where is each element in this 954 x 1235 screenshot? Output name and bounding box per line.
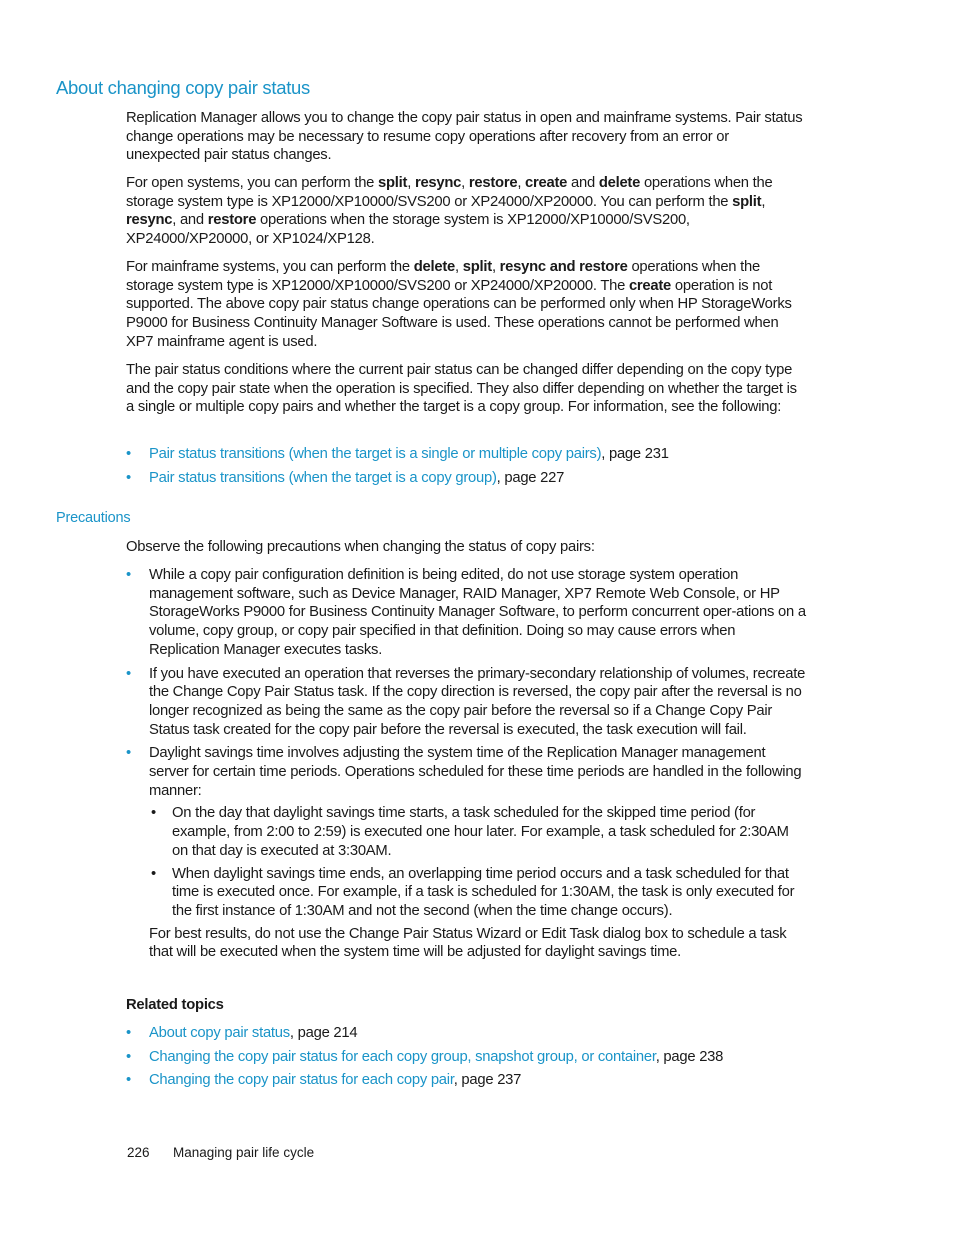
list-item: About copy pair status, page 214 [126,1024,806,1043]
sub-list-item: When daylight savings time ends, an over… [149,865,806,921]
xref-link[interactable]: Pair status transitions (when the target… [149,470,497,486]
conditions-paragraph: The pair status conditions where the cur… [126,362,797,416]
page-footer: 226 Managing pair life cycle [127,1145,314,1160]
precautions-heading: Precautions [56,510,131,526]
precautions-intro-block: Observe the following precautions when c… [126,538,806,557]
list-item: Daylight savings time involves adjusting… [126,744,806,962]
see-links-list: Pair status transitions (when the target… [126,445,806,487]
precautions-intro: Observe the following precautions when c… [126,539,595,555]
best-results-note: For best results, do not use the Change … [149,925,787,961]
precautions-list-block: While a copy pair configuration definiti… [126,566,806,962]
see-links-block: Pair status transitions (when the target… [126,445,806,487]
sub-list: On the day that daylight savings time st… [149,804,806,920]
chapter-title: Managing pair life cycle [173,1145,315,1160]
section-heading: About changing copy pair status [56,77,310,98]
intro-block: Replication Manager allows you to change… [126,109,806,165]
sub-list-item: On the day that daylight savings time st… [149,804,806,860]
open-systems-paragraph: For open systems, you can perform the sp… [126,175,773,248]
list-item: Changing the copy pair status for each c… [126,1071,806,1090]
open-systems-block: For open systems, you can perform the sp… [126,174,806,249]
mainframe-paragraph: For mainframe systems, you can perform t… [126,259,792,350]
list-item: Pair status transitions (when the target… [126,469,806,488]
xref-link[interactable]: Pair status transitions (when the target… [149,446,602,462]
related-topics-list: About copy pair status, page 214 Changin… [126,1024,806,1090]
intro-paragraph: Replication Manager allows you to change… [126,110,803,164]
related-topics-block: About copy pair status, page 214 Changin… [126,1024,806,1090]
list-item: Changing the copy pair status for each c… [126,1048,806,1067]
list-item: If you have executed an operation that r… [126,665,806,740]
page-number: 226 [127,1145,150,1160]
related-topics-heading: Related topics [126,997,224,1013]
document-page: About changing copy pair status Replicat… [0,0,954,1235]
list-item: Pair status transitions (when the target… [126,445,806,464]
precautions-list: While a copy pair configuration definiti… [126,566,806,962]
list-item: While a copy pair configuration definiti… [126,566,806,660]
xref-link[interactable]: Changing the copy pair status for each c… [149,1072,454,1088]
mainframe-block: For mainframe systems, you can perform t… [126,258,806,352]
conditions-block: The pair status conditions where the cur… [126,361,806,417]
xref-link[interactable]: About copy pair status [149,1025,290,1041]
xref-link[interactable]: Changing the copy pair status for each c… [149,1049,656,1065]
